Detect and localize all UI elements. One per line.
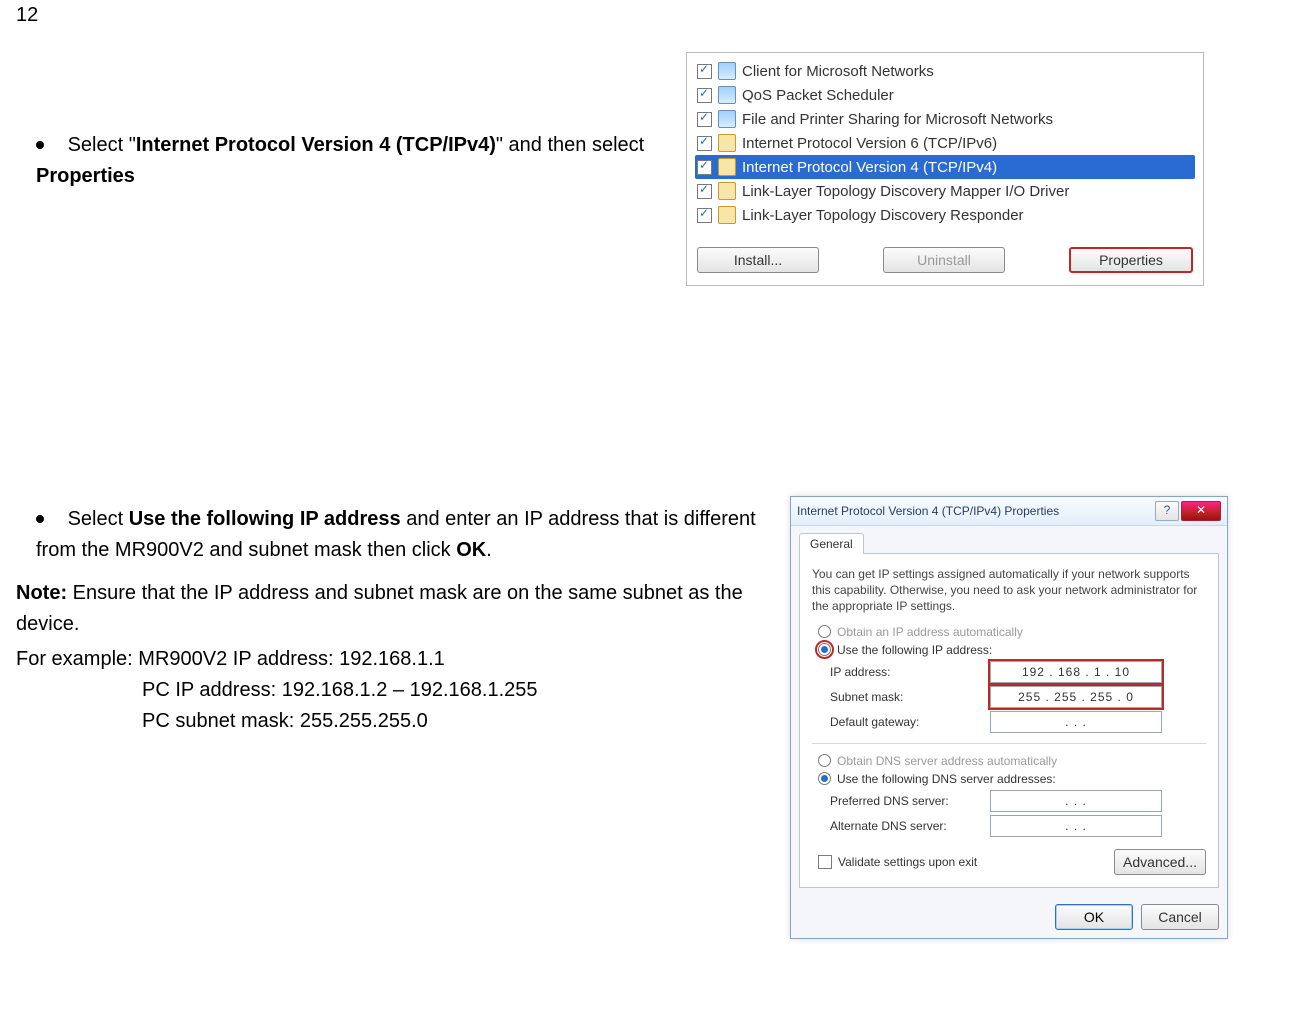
radio-obtain-dns-auto: Obtain DNS server address automatically bbox=[818, 754, 1206, 768]
radio-obtain-ip-auto[interactable]: Obtain an IP address automatically bbox=[818, 625, 1206, 639]
field-label: Default gateway: bbox=[830, 715, 990, 729]
connection-items-list[interactable]: Client for Microsoft Networks QoS Packet… bbox=[687, 53, 1203, 237]
item-label: Internet Protocol Version 4 (TCP/IPv4) bbox=[742, 159, 997, 176]
checkbox-icon[interactable] bbox=[818, 855, 832, 869]
monitor-icon bbox=[718, 86, 736, 104]
list-item[interactable]: QoS Packet Scheduler bbox=[695, 83, 1195, 107]
radio-label: Use the following IP address: bbox=[837, 643, 992, 657]
separator bbox=[812, 743, 1206, 744]
tab-page-general: You can get IP settings assigned automat… bbox=[799, 553, 1219, 888]
item-label: Internet Protocol Version 6 (TCP/IPv6) bbox=[742, 135, 997, 152]
dialog-title: Internet Protocol Version 4 (TCP/IPv4) P… bbox=[797, 504, 1059, 518]
field-label: Preferred DNS server: bbox=[830, 794, 990, 808]
example-line1: MR900V2 IP address: 192.168.1.1 bbox=[138, 648, 445, 670]
field-label: IP address: bbox=[830, 665, 990, 679]
checkbox-icon[interactable] bbox=[697, 136, 712, 151]
checkbox-icon[interactable] bbox=[697, 160, 712, 175]
ok-button[interactable]: OK bbox=[1055, 904, 1133, 930]
field-label: Alternate DNS server: bbox=[830, 819, 990, 833]
example-line3: PC subnet mask: 255.255.255.0 bbox=[142, 710, 428, 732]
item-label: File and Printer Sharing for Microsoft N… bbox=[742, 111, 1053, 128]
step1-mid: " and then select bbox=[496, 134, 644, 156]
note-text: Ensure that the IP address and subnet ma… bbox=[16, 582, 743, 635]
example-block: For example: MR900V2 IP address: 192.168… bbox=[16, 644, 776, 737]
step2-bold1: Use the following IP address bbox=[129, 508, 401, 530]
checkbox-icon[interactable] bbox=[697, 88, 712, 103]
bullet-dot-icon bbox=[36, 141, 44, 149]
cancel-button[interactable]: Cancel bbox=[1141, 904, 1219, 930]
uninstall-button: Uninstall bbox=[883, 247, 1005, 273]
advanced-button[interactable]: Advanced... bbox=[1114, 849, 1206, 875]
tab-general[interactable]: General bbox=[799, 533, 864, 554]
field-preferred-dns: Preferred DNS server: . . . bbox=[830, 790, 1206, 812]
field-subnet-mask: Subnet mask: 255 . 255 . 255 . 0 bbox=[830, 686, 1206, 708]
step1-pre: Select " bbox=[68, 134, 136, 156]
note-label: Note: bbox=[16, 582, 67, 604]
connection-items-panel: Client for Microsoft Networks QoS Packet… bbox=[686, 52, 1204, 286]
step2-pre: Select bbox=[68, 508, 129, 530]
list-item[interactable]: Internet Protocol Version 6 (TCP/IPv6) bbox=[695, 131, 1195, 155]
checkbox-icon[interactable] bbox=[697, 64, 712, 79]
alternate-dns-input[interactable]: . . . bbox=[990, 815, 1162, 837]
checkbox-icon[interactable] bbox=[697, 184, 712, 199]
page-number: 12 bbox=[16, 4, 38, 27]
radio-label: Obtain an IP address automatically bbox=[837, 625, 1023, 639]
field-label: Subnet mask: bbox=[830, 690, 990, 704]
radio-icon[interactable] bbox=[818, 625, 831, 638]
list-item[interactable]: File and Printer Sharing for Microsoft N… bbox=[695, 107, 1195, 131]
item-label: QoS Packet Scheduler bbox=[742, 87, 894, 104]
preferred-dns-input[interactable]: . . . bbox=[990, 790, 1162, 812]
item-label: Link-Layer Topology Discovery Responder bbox=[742, 207, 1024, 224]
radio-icon bbox=[818, 754, 831, 767]
protocol-icon bbox=[718, 206, 736, 224]
dialog-titlebar[interactable]: Internet Protocol Version 4 (TCP/IPv4) P… bbox=[791, 497, 1227, 526]
protocol-icon bbox=[718, 158, 736, 176]
list-item[interactable]: Link-Layer Topology Discovery Mapper I/O… bbox=[695, 179, 1195, 203]
install-button[interactable]: Install... bbox=[697, 247, 819, 273]
item-label: Link-Layer Topology Discovery Mapper I/O… bbox=[742, 183, 1069, 200]
properties-button[interactable]: Properties bbox=[1069, 247, 1193, 273]
list-item[interactable]: Client for Microsoft Networks bbox=[695, 59, 1195, 83]
step2-bullet: Select Use the following IP address and … bbox=[36, 504, 776, 566]
protocol-icon bbox=[718, 134, 736, 152]
radio-icon[interactable] bbox=[818, 772, 831, 785]
ip-address-input[interactable]: 192 . 168 . 1 . 10 bbox=[990, 661, 1162, 683]
item-label: Client for Microsoft Networks bbox=[742, 63, 934, 80]
close-button[interactable]: ✕ bbox=[1181, 501, 1221, 521]
radio-use-following-dns[interactable]: Use the following DNS server addresses: bbox=[818, 772, 1206, 786]
radio-label: Use the following DNS server addresses: bbox=[837, 772, 1056, 786]
validate-settings-checkbox[interactable]: Validate settings upon exit bbox=[818, 855, 977, 869]
list-item[interactable]: Link-Layer Topology Discovery Responder bbox=[695, 203, 1195, 227]
monitor-icon bbox=[718, 110, 736, 128]
radio-use-following-ip[interactable]: Use the following IP address: bbox=[818, 643, 1206, 657]
ipv4-properties-dialog: Internet Protocol Version 4 (TCP/IPv4) P… bbox=[790, 496, 1228, 939]
example-label: For example: bbox=[16, 648, 133, 670]
default-gateway-input[interactable]: . . . bbox=[990, 711, 1162, 733]
example-line2: PC IP address: 192.168.1.2 – 192.168.1.2… bbox=[142, 679, 538, 701]
step2-end: . bbox=[486, 539, 492, 561]
monitor-icon bbox=[718, 62, 736, 80]
step2-bold2: OK bbox=[456, 539, 486, 561]
field-alternate-dns: Alternate DNS server: . . . bbox=[830, 815, 1206, 837]
radio-icon[interactable] bbox=[818, 643, 831, 656]
list-item-selected[interactable]: Internet Protocol Version 4 (TCP/IPv4) bbox=[695, 155, 1195, 179]
subnet-mask-input[interactable]: 255 . 255 . 255 . 0 bbox=[990, 686, 1162, 708]
intro-text: You can get IP settings assigned automat… bbox=[812, 566, 1206, 615]
radio-label: Obtain DNS server address automatically bbox=[837, 754, 1057, 768]
bullet-dot-icon bbox=[36, 515, 44, 523]
protocol-icon bbox=[718, 182, 736, 200]
help-button[interactable]: ? bbox=[1155, 501, 1179, 521]
step1-bold1: Internet Protocol Version 4 (TCP/IPv4) bbox=[136, 134, 496, 156]
checkbox-label: Validate settings upon exit bbox=[838, 855, 977, 869]
step1-bullet: Select "Internet Protocol Version 4 (TCP… bbox=[36, 130, 656, 192]
checkbox-icon[interactable] bbox=[697, 112, 712, 127]
checkbox-icon[interactable] bbox=[697, 208, 712, 223]
field-default-gateway: Default gateway: . . . bbox=[830, 711, 1206, 733]
step1-bold2: Properties bbox=[36, 165, 135, 187]
field-ip-address: IP address: 192 . 168 . 1 . 10 bbox=[830, 661, 1206, 683]
note-line: Note: Ensure that the IP address and sub… bbox=[16, 578, 776, 640]
